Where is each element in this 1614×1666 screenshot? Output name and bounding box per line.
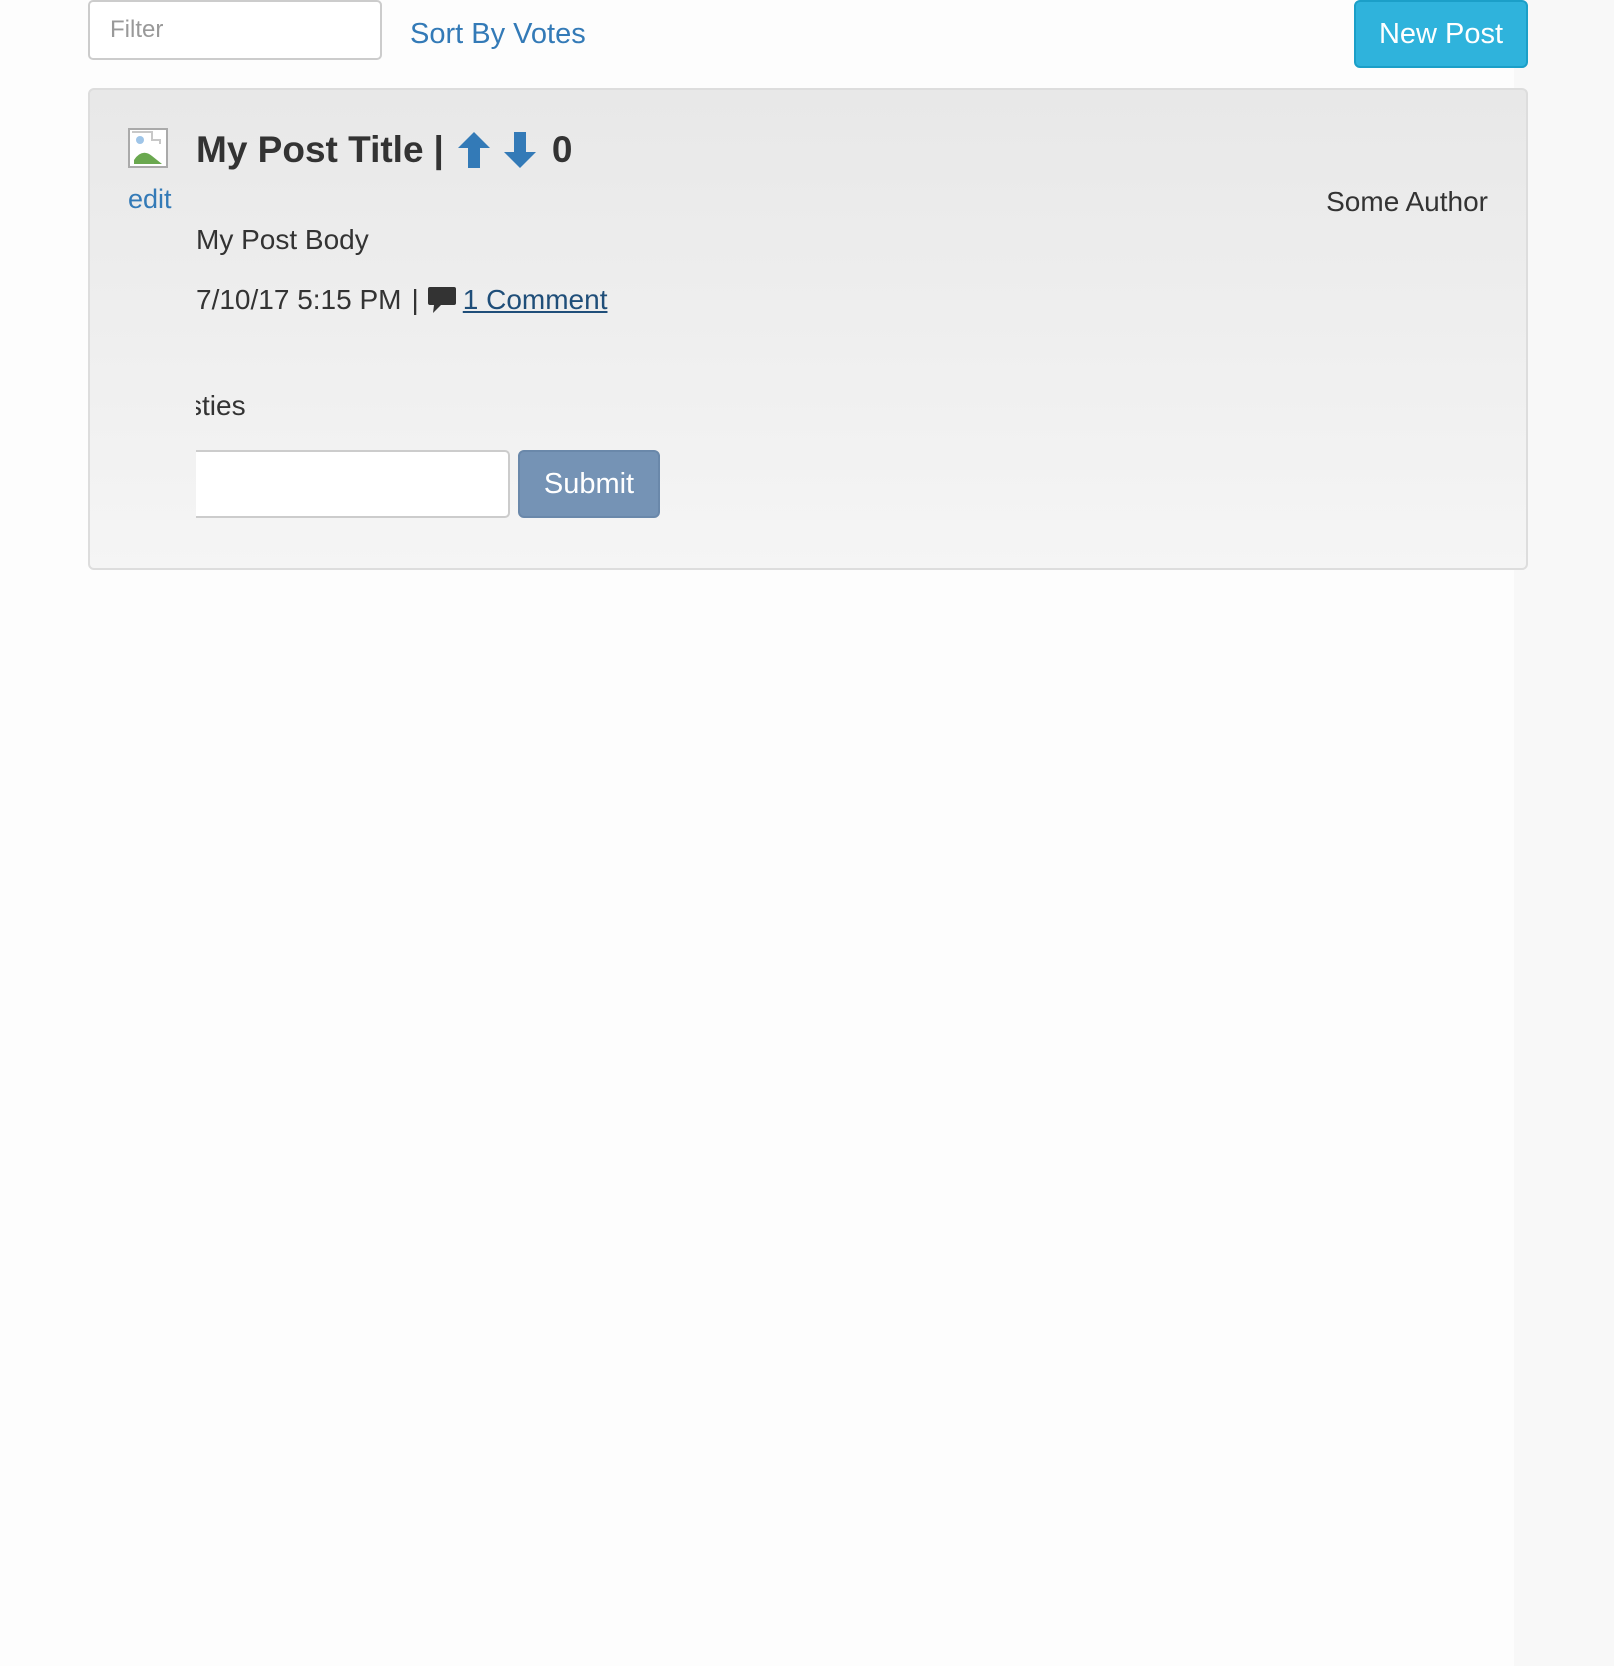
arrow-down-icon[interactable] — [502, 130, 538, 170]
comment-input[interactable] — [196, 450, 510, 518]
window-edge — [1514, 0, 1614, 1666]
broken-image-icon — [128, 128, 168, 168]
post-title: My Post Title — [196, 129, 424, 170]
submit-button[interactable]: Submit — [518, 450, 660, 518]
comment-form: sties Submit — [196, 390, 796, 550]
filter-input[interactable] — [88, 0, 382, 60]
meta-separator: | — [411, 284, 419, 315]
edit-link[interactable]: edit — [128, 184, 172, 215]
post-meta: 7/10/17 5:15 PM | 1 Comment — [196, 284, 607, 316]
post-panel: edit My Post Title | 0 Some Author My Po… — [88, 88, 1528, 570]
comments-link[interactable]: 1 Comment — [463, 284, 608, 316]
vote-count: 0 — [551, 129, 573, 170]
post-author: Some Author — [1326, 186, 1488, 217]
post-body: My Post Body — [196, 224, 369, 255]
title-separator: | — [433, 129, 444, 170]
arrow-up-icon[interactable] — [456, 130, 492, 170]
sort-by-votes-link[interactable]: Sort By Votes — [410, 14, 586, 54]
speech-bubble-icon — [427, 287, 456, 313]
post-header: My Post Title | 0 — [196, 126, 572, 174]
new-post-button[interactable]: New Post — [1354, 0, 1528, 68]
post-timestamp: 7/10/17 5:15 PM — [196, 284, 402, 315]
comment-form-label: sties — [196, 390, 246, 421]
page: Sort By Votes New Post edit My Post Titl… — [0, 0, 1614, 1666]
